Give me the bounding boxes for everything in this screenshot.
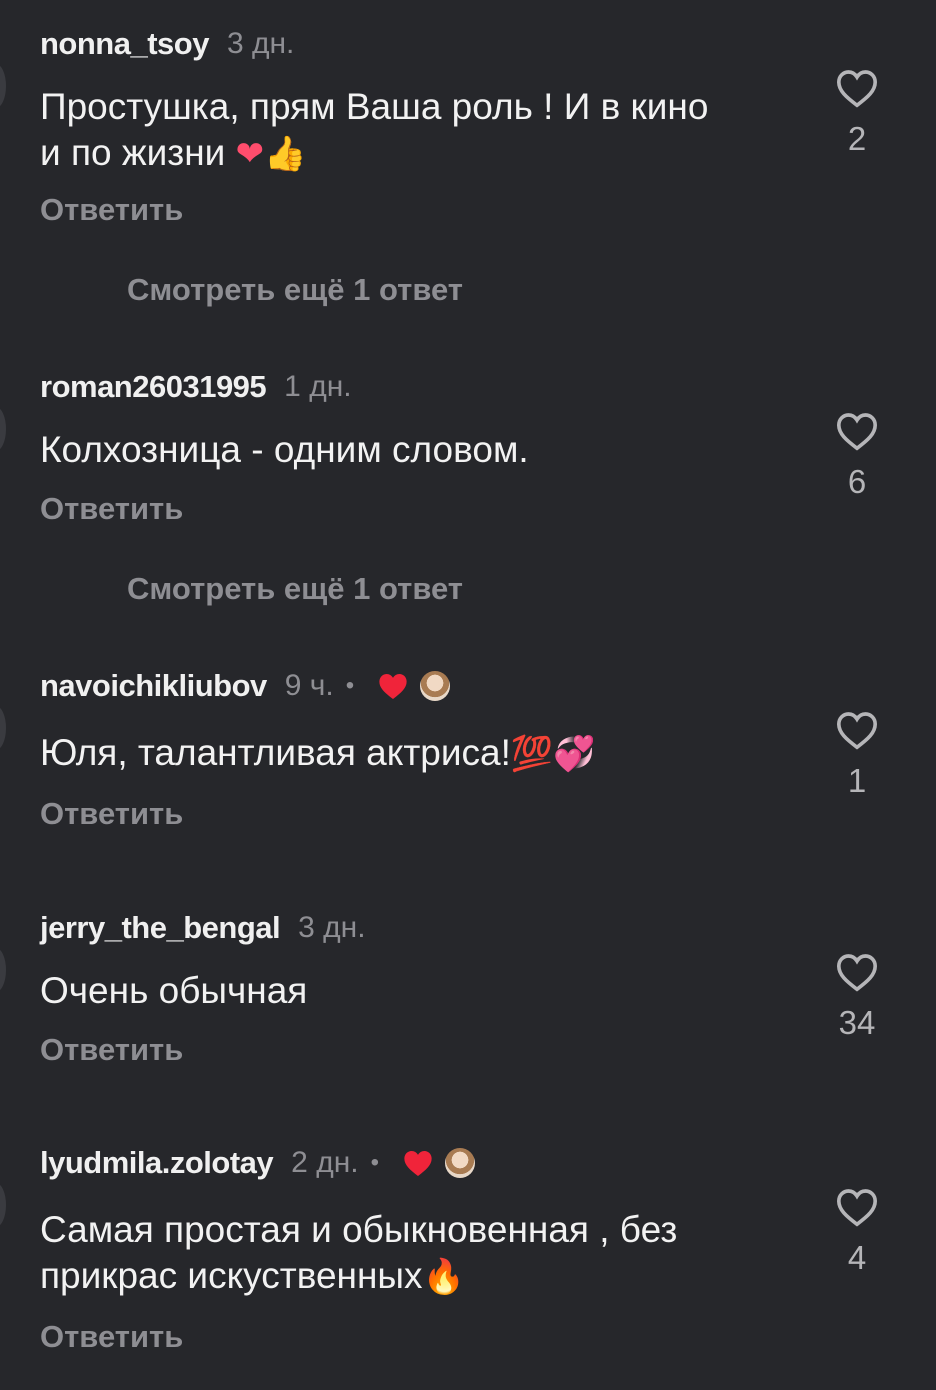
comment-text: Очень обычная — [40, 968, 800, 1014]
heart-outline-icon[interactable] — [820, 411, 894, 451]
comment-text-line: Очень обычная — [40, 970, 308, 1011]
comment-text-line-part: прикрас искуственных — [40, 1255, 423, 1296]
reply-button[interactable]: Ответить — [40, 1032, 183, 1068]
avatar[interactable] — [0, 64, 6, 108]
like-count: 4 — [847, 1239, 867, 1276]
comment-header: navoichikliubov 9 ч. • — [40, 666, 451, 706]
heart-outline-icon[interactable] — [820, 952, 894, 992]
reply-button[interactable]: Ответить — [40, 491, 183, 527]
reply-button[interactable]: Ответить — [40, 1319, 183, 1355]
heart-outline-icon[interactable] — [820, 1187, 894, 1227]
comment-text-line: Колхозница - одним словом. — [40, 429, 529, 470]
like-button[interactable]: 34 — [820, 952, 894, 1042]
heart-outline-icon[interactable] — [820, 710, 894, 750]
like-button[interactable]: 4 — [820, 1187, 894, 1277]
comment-time: 9 ч. — [284, 669, 334, 702]
separator-dot: • — [345, 672, 355, 699]
view-more-replies-button[interactable]: Смотреть ещё 1 ответ — [127, 272, 463, 308]
comment-username[interactable]: nonna_tsoy — [40, 26, 209, 62]
view-more-replies-button[interactable]: Смотреть ещё 1 ответ — [127, 571, 463, 607]
comment-emojis: 💯💞 — [510, 734, 596, 774]
like-button[interactable]: 1 — [820, 710, 894, 800]
separator-dot: • — [370, 1149, 380, 1176]
like-button[interactable]: 2 — [820, 68, 894, 158]
comment-header: roman26031995 1 дн. — [40, 367, 352, 407]
avatar[interactable] — [0, 1183, 6, 1227]
comment-username[interactable]: jerry_the_bengal — [40, 910, 281, 946]
avatar[interactable] — [0, 948, 6, 992]
comment-text-line: Самая простая и обыкновенная , без — [40, 1209, 678, 1250]
comment-text: Самая простая и обыкновенная , без прикр… — [40, 1207, 800, 1300]
comment-emojis: ❤👍 — [235, 134, 307, 174]
comment-header: jerry_the_bengal 3 дн. — [40, 908, 366, 948]
comment-time: 1 дн. — [284, 370, 352, 403]
comment-text-line-part: и по жизни — [40, 132, 236, 173]
like-count: 2 — [847, 120, 867, 157]
comment-header: nonna_tsoy 3 дн. — [40, 24, 294, 64]
like-count: 1 — [847, 762, 867, 799]
comment-emojis: 🔥 — [422, 1257, 465, 1297]
comment-text-line-part: Юля, талантливая актриса! — [40, 732, 511, 773]
comments-screen: nonna_tsoy 3 дн. Простушка, прям Ваша ро… — [0, 0, 936, 1390]
reply-button[interactable]: Ответить — [40, 796, 183, 832]
comment-time: 2 дн. — [291, 1146, 359, 1179]
comment-time: 3 дн. — [226, 27, 295, 60]
like-count: 6 — [847, 463, 867, 500]
comment-text: Простушка, прям Ваша роль ! И в кино и п… — [40, 84, 800, 177]
heart-filled-icon — [376, 671, 410, 701]
comment-time: 3 дн. — [298, 911, 366, 944]
comment-text-line: Юля, талантливая актриса!💯💞 — [40, 730, 800, 777]
comment-text: Юля, талантливая актриса!💯💞 — [40, 730, 800, 777]
heart-filled-icon — [401, 1148, 435, 1178]
comment-text-line: Простушка, прям Ваша роль ! И в кино — [40, 86, 709, 127]
avatar[interactable] — [0, 407, 6, 451]
reply-button[interactable]: Ответить — [40, 192, 183, 228]
heart-outline-icon[interactable] — [820, 68, 894, 108]
comment-text: Колхозница - одним словом. — [40, 427, 800, 473]
like-count: 34 — [838, 1004, 876, 1041]
comment-username[interactable]: lyudmila.zolotay — [40, 1145, 274, 1181]
creator-avatar — [445, 1148, 476, 1178]
avatar[interactable] — [0, 706, 6, 750]
comment-text-line: прикрас искуственных🔥 — [40, 1253, 800, 1300]
comment-header: lyudmila.zolotay 2 дн. • — [40, 1143, 476, 1183]
comment-username[interactable]: roman26031995 — [40, 369, 267, 405]
like-button[interactable]: 6 — [820, 411, 894, 501]
comment-text-line: и по жизни ❤👍 — [40, 130, 800, 177]
creator-avatar — [420, 671, 451, 701]
comment-username[interactable]: navoichikliubov — [40, 668, 267, 704]
